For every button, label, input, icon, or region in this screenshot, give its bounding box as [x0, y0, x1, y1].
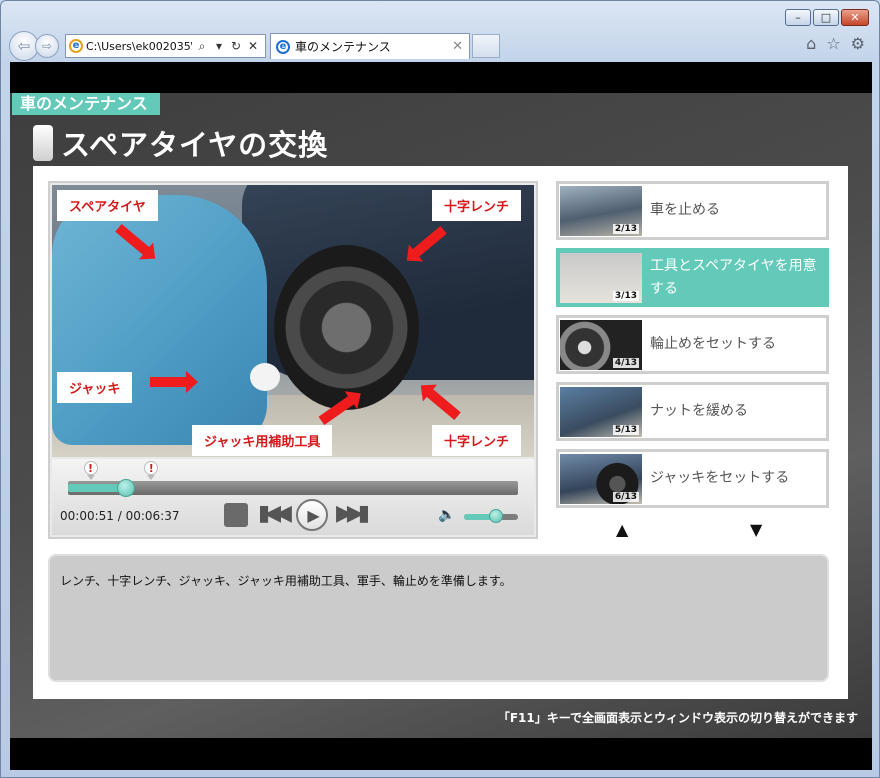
address-bar[interactable]: e C:\Users\ek002035\D ⌕ ▾ ↻ ✕	[65, 34, 266, 58]
label-jack-tool: ジャッキ用補助工具	[192, 425, 333, 456]
chapter-label: ナットを緩める	[650, 403, 748, 419]
title-marker	[33, 125, 53, 161]
next-icon: ▶▶▮	[336, 501, 370, 526]
volume-icon[interactable]: 🔈	[438, 507, 455, 523]
browser-tools: ⌂ ☆ ⚙	[806, 34, 865, 53]
chapter-number: 3/13	[612, 290, 639, 301]
tab-active[interactable]: e 車のメンテナンス ✕	[270, 33, 470, 59]
chapter-thumbnail: 5/13	[560, 386, 642, 437]
content-stage: 車のメンテナンス スペアタイヤの交換 スペアタイヤ 十字レンチ ジャッキ ジャッ…	[10, 93, 872, 738]
ie-icon: e	[276, 39, 290, 54]
player-controls: ! ! 00:00:51 / 00:06:37 ▮◀◀ ▶ ▶▶▮ 🔈	[52, 459, 534, 535]
label-cross-wrench-top: 十字レンチ	[432, 190, 522, 221]
stop-button[interactable]	[224, 503, 248, 527]
chapter-number: 6/13	[612, 491, 639, 502]
chapter-thumbnail: 2/13	[560, 185, 642, 236]
chapter-item-prepare-tools[interactable]: 3/13 工具とスペアタイヤを用意する	[556, 248, 829, 307]
scroll-down-button[interactable]: ▼	[750, 520, 762, 539]
tire-image	[274, 245, 419, 410]
page-title: スペアタイヤの交換	[61, 128, 329, 162]
video-frame[interactable]: スペアタイヤ 十字レンチ ジャッキ ジャッキ用補助工具 十字レンチ	[52, 185, 534, 457]
page-icon: e	[69, 39, 83, 53]
description-text: レンチ、十字レンチ、ジャッキ、ジャッキ用補助工具、軍手、輪止めを準備します。	[60, 574, 512, 588]
page-title-wrap: スペアタイヤの交換	[33, 122, 328, 164]
chapter-number: 4/13	[612, 357, 639, 368]
volume-handle[interactable]	[489, 509, 504, 523]
forward-icon: ⇨	[41, 39, 53, 53]
previous-button[interactable]: ▮◀◀	[258, 499, 292, 529]
home-icon[interactable]: ⌂	[806, 34, 816, 53]
time-display: 00:00:51 / 00:06:37	[60, 509, 179, 523]
video-player: スペアタイヤ 十字レンチ ジャッキ ジャッキ用補助工具 十字レンチ ! ! 00…	[48, 181, 538, 539]
scroll-up-button[interactable]: ▲	[616, 520, 628, 539]
chapter-label: 車を止める	[650, 202, 720, 218]
maximize-button[interactable]: □	[813, 9, 839, 26]
chapter-label: ジャッキをセットする	[650, 470, 790, 486]
duration: 00:06:37	[125, 509, 180, 523]
close-window-button[interactable]: ✕	[841, 9, 869, 26]
dropdown-icon[interactable]: ▾	[212, 39, 226, 53]
chapter-label: 工具とスペアタイヤを用意する	[650, 257, 817, 297]
stop-loading-icon[interactable]: ✕	[246, 39, 260, 53]
refresh-icon[interactable]: ↻	[229, 39, 243, 53]
page-viewport: 車のメンテナンス スペアタイヤの交換 スペアタイヤ 十字レンチ ジャッキ ジャッ…	[10, 62, 872, 770]
current-time: 00:00:51	[60, 509, 114, 523]
back-icon: ⇦	[17, 37, 31, 55]
label-jack: ジャッキ	[57, 372, 133, 403]
mechanic-image	[52, 195, 267, 445]
chapter-item-loosen-nuts[interactable]: 5/13 ナットを緩める	[556, 382, 829, 441]
chapter-thumbnail: 4/13	[560, 319, 642, 370]
chapter-thumbnail: 3/13	[560, 252, 642, 303]
chapter-number: 2/13	[612, 223, 639, 234]
label-spare-tire: スペアタイヤ	[57, 190, 158, 221]
chapter-marker-pin: !	[144, 461, 159, 475]
browser-window: – □ ✕ ⇦ ⇨ e C:\Users\ek002035\D ⌕ ▾ ↻ ✕ …	[0, 0, 880, 778]
time-separator: /	[113, 509, 126, 523]
chapter-item-stop-car[interactable]: 2/13 車を止める	[556, 181, 829, 240]
volume-slider[interactable]	[464, 509, 518, 523]
play-icon: ▶	[307, 505, 320, 525]
chapter-marker-pin: !	[83, 461, 98, 475]
glove-image	[250, 363, 280, 391]
chapter-number: 5/13	[612, 424, 639, 435]
search-icon[interactable]: ⌕	[195, 39, 209, 54]
fullscreen-hint: 「F11」キーで全画面表示とウィンドウ表示の切り替えができます	[497, 711, 858, 725]
settings-gear-icon[interactable]: ⚙	[851, 34, 865, 53]
chapter-label: 輪止めをセットする	[650, 336, 776, 352]
chapter-marker[interactable]: !	[83, 461, 98, 480]
chapter-marker[interactable]: !	[144, 461, 159, 480]
forward-button[interactable]: ⇨	[35, 34, 59, 58]
seek-bar[interactable]	[68, 479, 518, 497]
arrow-jack	[150, 371, 198, 393]
address-text[interactable]: C:\Users\ek002035\D	[86, 40, 192, 53]
chapter-thumbnail: 6/13	[560, 453, 642, 504]
description-box: レンチ、十字レンチ、ジャッキ、ジャッキ用補助工具、軍手、輪止めを準備します。	[48, 554, 829, 682]
tab-close-icon[interactable]: ✕	[452, 39, 463, 54]
chapter-item-wheel-chock[interactable]: 4/13 輪止めをセットする	[556, 315, 829, 374]
chapter-item-set-jack[interactable]: 6/13 ジャッキをセットする	[556, 449, 829, 508]
new-tab-button[interactable]	[472, 34, 500, 58]
previous-icon: ▮◀◀	[258, 501, 292, 526]
content-panel: スペアタイヤ 十字レンチ ジャッキ ジャッキ用補助工具 十字レンチ ! ! 00…	[33, 166, 848, 699]
seek-handle[interactable]	[116, 479, 135, 497]
brand-label: 車のメンテナンス	[12, 93, 160, 115]
chapter-list: 2/13 車を止める 3/13 工具とスペアタイヤを用意する 4/13 輪止めを…	[556, 181, 829, 546]
play-button[interactable]: ▶	[296, 499, 328, 531]
label-cross-wrench-bottom: 十字レンチ	[432, 425, 522, 456]
tab-title: 車のメンテナンス	[295, 40, 391, 54]
next-button[interactable]: ▶▶▮	[336, 499, 370, 529]
chapter-list-nav: ▲ ▼	[556, 516, 829, 546]
minimize-button[interactable]: –	[785, 9, 811, 26]
window-controls: – □ ✕	[785, 9, 869, 26]
navigation-bar: ⇦ ⇨ e C:\Users\ek002035\D ⌕ ▾ ↻ ✕ e 車のメン…	[9, 31, 871, 61]
favorites-star-icon[interactable]: ☆	[826, 34, 840, 53]
